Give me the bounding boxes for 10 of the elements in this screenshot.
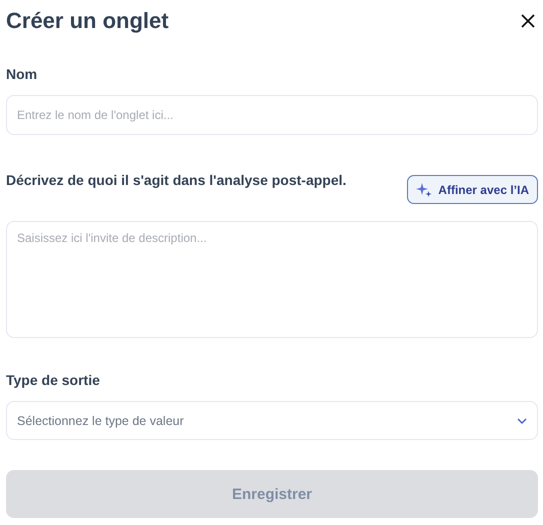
- dialog-title: Créer un onglet: [6, 8, 169, 34]
- refine-ai-button[interactable]: Affiner avec l’IA: [407, 175, 538, 204]
- name-input[interactable]: Entrez le nom de l'onglet ici...: [6, 95, 538, 135]
- output-type-label: Type de sortie: [6, 371, 101, 390]
- output-type-select[interactable]: Sélectionnez le type de valeur: [6, 401, 538, 440]
- name-label: Nom: [6, 65, 38, 84]
- description-input[interactable]: Saisissez ici l'invite de description...: [6, 221, 538, 338]
- chevron-down-icon: [517, 418, 527, 424]
- sparkle-icon: [416, 182, 432, 198]
- description-label: Décrivez de quoi il s'agit dans l'analyse post-appel.: [6, 171, 348, 190]
